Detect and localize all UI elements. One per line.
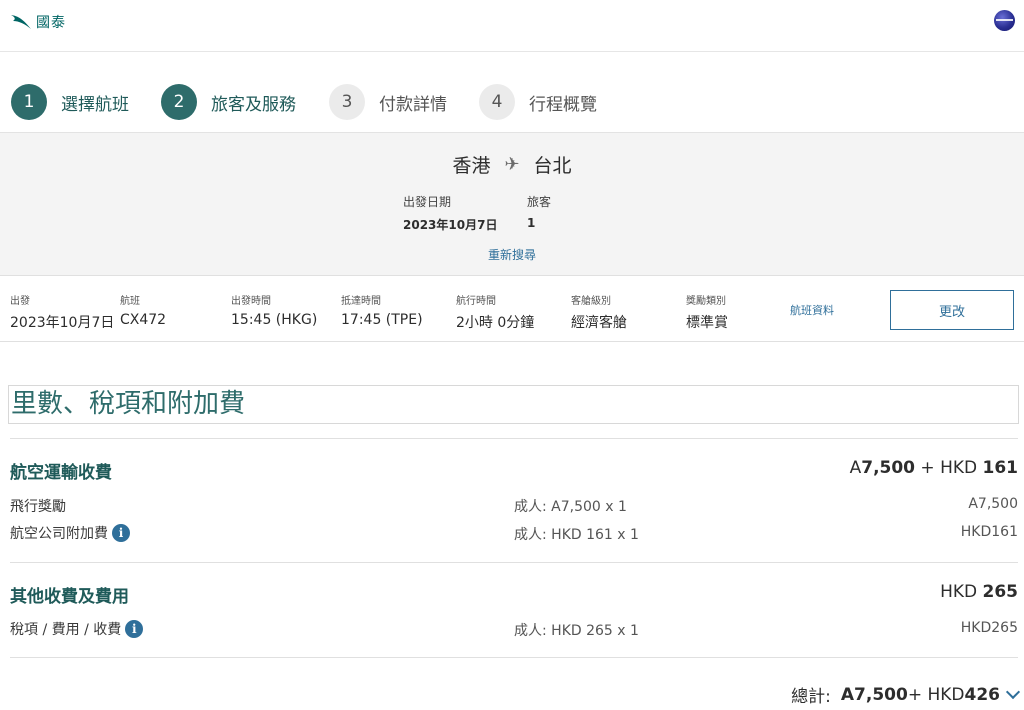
row-label-text: 航空公司附加費	[10, 526, 108, 542]
row-label-text: 飛行獎勵	[10, 499, 66, 515]
info-icon[interactable]: i	[125, 620, 144, 638]
carrier-surcharge-amount: HKD161	[960, 524, 1018, 540]
grand-total[interactable]: 總計: A7,500 + HKD 426	[791, 682, 1021, 707]
carrier-surcharge-detail: 成人: HKD 161 x 1	[514, 527, 639, 543]
cabin-class-value: 經濟客艙	[571, 315, 627, 331]
step-itinerary-overview: 4 行程概覽	[479, 84, 597, 120]
award-type-value: 標準賞	[686, 315, 728, 331]
step-label: 付款詳情	[379, 94, 447, 115]
flight-number-label: 航班	[120, 296, 140, 307]
flight-number-value: CX472	[120, 312, 167, 328]
flight-info-link[interactable]: 航班資料	[790, 302, 834, 318]
cabin-class-col: 客艙級別 經濟客艙	[571, 292, 627, 332]
award-flight-detail: 成人: A7,500 x 1	[514, 499, 627, 515]
step-number: 1	[11, 84, 47, 120]
duration-col: 航行時間 2小時 0分鐘	[456, 292, 534, 332]
brushwing-logo-icon	[11, 15, 31, 29]
arrival-time-label: 抵達時間	[341, 296, 381, 307]
flight-details-row: 出發 2023年10月7日 航班 CX472 出發時間 15:45 (HKG) …	[0, 276, 1024, 342]
departure-time-value: 15:45 (HKG)	[231, 312, 318, 328]
taxes-fees-detail: 成人: HKD 265 x 1	[514, 623, 639, 639]
taxes-fees-label: 稅項 / 費用 / 收費 i	[10, 619, 144, 639]
top-header: 國泰	[0, 0, 1024, 52]
grand-total-mid: + HKD	[907, 684, 965, 705]
step-number: 3	[329, 84, 365, 120]
grand-total-label: 總計:	[791, 687, 831, 707]
award-flight-label: 飛行獎勵	[10, 496, 66, 516]
row-label-text: 稅項 / 費用 / 收費	[10, 622, 122, 638]
duration-value: 2小時 0分鐘	[456, 315, 535, 331]
step-select-flight[interactable]: 1 選擇航班	[11, 84, 129, 120]
destination-city: 台北	[533, 155, 572, 177]
flight-number-col: 航班 CX472	[120, 292, 166, 328]
award-flight-amount: A7,500	[968, 496, 1018, 512]
air-total-mid: + HKD	[915, 458, 983, 478]
departure-time-col: 出發時間 15:45 (HKG)	[231, 292, 317, 328]
duration-label: 航行時間	[456, 296, 496, 307]
search-again-link[interactable]: 重新搜尋	[0, 246, 1024, 263]
divider	[10, 562, 1018, 563]
divider	[10, 657, 1018, 658]
step-passengers-services[interactable]: 2 旅客及服務	[161, 84, 296, 120]
other-total-prefix: HKD	[940, 582, 983, 602]
step-number: 2	[161, 84, 197, 120]
step-label: 行程概覽	[529, 94, 597, 115]
departure-date-block: 出發日期 2023年10月7日	[403, 193, 497, 233]
change-flight-button[interactable]: 更改	[890, 290, 1014, 330]
logo-text: 國泰	[36, 15, 66, 31]
step-label: 選擇航班	[61, 94, 129, 115]
oneworld-globe-icon	[994, 10, 1015, 31]
asia-miles-icon: A	[849, 458, 862, 478]
air-miles-amount: 7,500	[861, 458, 916, 478]
carrier-surcharge-label: 航空公司附加費 i	[10, 523, 130, 543]
other-charges-heading: 其他收費及費用	[10, 587, 129, 607]
taxes-fees-amount: HKD265	[960, 620, 1018, 636]
air-hkd-amount: 161	[982, 458, 1019, 478]
other-hkd-amount: 265	[982, 582, 1019, 602]
award-type-col: 獎勵類別 標準賞	[686, 292, 728, 332]
step-payment-details: 3 付款詳情	[329, 84, 447, 120]
fees-section-title: 里數、稅項和附加費	[8, 385, 1019, 424]
departure-value: 2023年10月7日	[10, 315, 115, 331]
origin-city: 香港	[452, 155, 491, 177]
cathay-logo[interactable]: 國泰	[10, 12, 66, 32]
info-icon[interactable]: i	[112, 524, 130, 542]
plane-icon: ✈	[504, 154, 520, 175]
departure-date-label: 出發日期	[403, 195, 452, 209]
passenger-count-block: 旅客 1	[527, 193, 551, 230]
departure-label: 出發	[10, 296, 30, 307]
award-type-label: 獎勵類別	[686, 296, 726, 307]
passenger-value: 1	[527, 216, 536, 230]
grand-total-hkd: 426	[964, 684, 1001, 705]
divider	[10, 438, 1018, 439]
route-title: 香港 ✈ 台北	[0, 151, 1024, 178]
air-charges-heading: 航空運輸收費	[10, 463, 112, 483]
cabin-class-label: 客艙級別	[571, 296, 611, 307]
departure-col: 出發 2023年10月7日	[10, 292, 114, 332]
departure-date-value: 2023年10月7日	[403, 218, 498, 232]
air-charges-total: A7,500 + HKD 161	[850, 458, 1018, 478]
other-charges-total: HKD 265	[940, 582, 1018, 602]
grand-total-miles: A7,500	[840, 684, 908, 705]
route-summary: 香港 ✈ 台北 出發日期 2023年10月7日 旅客 1 重新搜尋	[0, 132, 1024, 276]
arrival-time-value: 17:45 (TPE)	[341, 312, 423, 328]
booking-steps: 1 選擇航班 2 旅客及服務 3 付款詳情 4 行程概覽	[0, 52, 1024, 132]
step-label: 旅客及服務	[211, 94, 296, 115]
arrival-time-col: 抵達時間 17:45 (TPE)	[341, 292, 423, 328]
chevron-down-icon[interactable]	[1005, 684, 1021, 699]
departure-time-label: 出發時間	[231, 296, 271, 307]
passenger-label: 旅客	[527, 195, 552, 209]
step-number: 4	[479, 84, 515, 120]
